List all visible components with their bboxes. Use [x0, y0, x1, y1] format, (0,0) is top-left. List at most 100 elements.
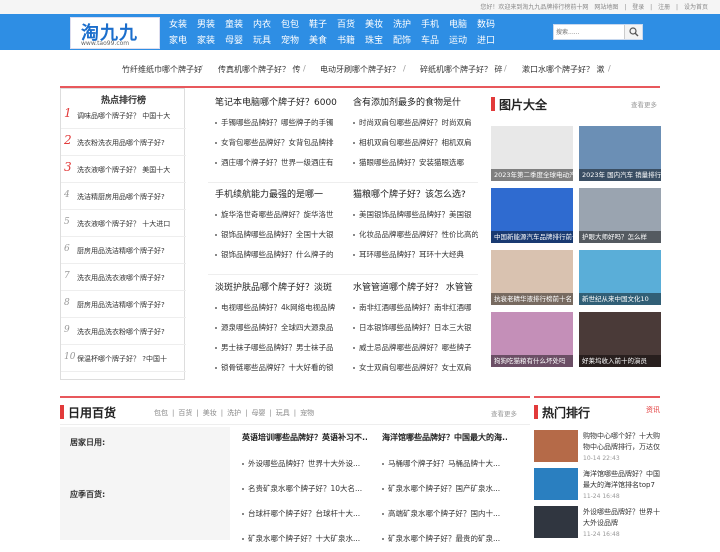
- daily-link[interactable]: 高端矿泉水哪个牌子好？国内十...: [382, 508, 507, 519]
- hotrank-more-link[interactable]: 资讯: [646, 405, 660, 415]
- daily-link[interactable]: 名贵矿泉水哪个牌子好？10大名...: [242, 483, 367, 494]
- article-link[interactable]: 时尚双肩包哪些品牌好？时尚双肩: [353, 117, 478, 128]
- nav-item[interactable]: 百货: [332, 17, 360, 33]
- article-link[interactable]: 相机双肩包哪些品牌好？相机双肩: [353, 137, 478, 148]
- rank-item[interactable]: 10 保温杯哪个牌子好？ ?中国十: [61, 346, 186, 372]
- nav-item[interactable]: 进口: [472, 33, 500, 49]
- set-home-link[interactable]: 设为首页: [684, 4, 708, 11]
- hot-link[interactable]: 传真机哪个牌子好？ 传: [218, 64, 301, 75]
- nav-item[interactable]: 洗护: [388, 17, 416, 33]
- hot-link[interactable]: 碎纸机哪个牌子好？ 碎: [420, 64, 503, 75]
- daily-more-link[interactable]: 查看更多: [491, 408, 517, 418]
- nav-item[interactable]: 书籍: [332, 33, 360, 49]
- nav-item[interactable]: 数码: [472, 17, 500, 33]
- login-link[interactable]: 登录: [632, 4, 644, 11]
- article-headline[interactable]: 猫粮哪个牌子好？该怎么选?: [353, 187, 478, 200]
- daily-link[interactable]: 矿泉水哪个牌子好？十大矿泉水...: [242, 533, 367, 544]
- daily-tag[interactable]: 母婴: [251, 409, 265, 417]
- nav-item[interactable]: 鞋子: [304, 17, 332, 33]
- picture-card[interactable]: 中国新能源汽车品牌排行前十: [491, 188, 573, 243]
- picture-card[interactable]: 抗衰老精华液排行榜前十名: [491, 250, 573, 305]
- nav-item[interactable]: 运动: [444, 33, 472, 49]
- article-link[interactable]: 猫眼哪些品牌好？安装猫眼选哪: [353, 157, 478, 168]
- article-link[interactable]: 化妆品品牌哪些品牌好？性价比高的: [353, 229, 478, 240]
- daily-tag[interactable]: 百货: [178, 409, 192, 417]
- nav-item[interactable]: 美妆: [360, 17, 388, 33]
- article-link[interactable]: 南非红酒哪些品牌好？南非红酒哪: [353, 302, 478, 313]
- rank-item[interactable]: 4 洗洁精厨房用品哪个牌子好?: [61, 184, 186, 210]
- daily-tag[interactable]: 洗护: [227, 409, 241, 417]
- nav-item[interactable]: 珠宝: [360, 33, 388, 49]
- nav-item[interactable]: 包包: [276, 17, 304, 33]
- picture-card[interactable]: 2023年 国内汽车 销量排行: [579, 126, 661, 181]
- article-link[interactable]: 美国银饰品牌哪些品牌好？美国银: [353, 209, 478, 220]
- picture-card[interactable]: 护眼大师好吗？怎么样: [579, 188, 661, 243]
- nav-item[interactable]: 美食: [304, 33, 332, 49]
- nav-item[interactable]: 男装: [192, 17, 220, 33]
- hot-link[interactable]: 漱口水哪个牌子好？ 漱: [522, 64, 605, 75]
- search-input[interactable]: [556, 26, 622, 38]
- hot-ranking-item[interactable]: 外设哪些品牌好？世界十大外设品牌 11-24 16:48: [534, 506, 660, 552]
- nav-item[interactable]: 车品: [416, 33, 444, 49]
- nav-item[interactable]: 玩具: [248, 33, 276, 49]
- article-link[interactable]: 电视哪些品牌好？4k网络电视品牌: [215, 302, 340, 313]
- daily-headline[interactable]: 海洋馆哪些品牌好？中国最大的海...: [382, 432, 507, 443]
- daily-link[interactable]: 马桶哪个牌子好？马桶品牌十大...: [382, 458, 507, 469]
- register-link[interactable]: 注册: [658, 4, 670, 11]
- nav-item[interactable]: 女装: [164, 17, 192, 33]
- article-headline[interactable]: 手机续航能力最强的是哪一: [215, 187, 340, 200]
- article-link[interactable]: 银饰品牌哪些品牌好？全国十大银: [215, 229, 340, 240]
- picture-card[interactable]: 2023年第二季度全球电动汽车...: [491, 126, 573, 181]
- nav-item[interactable]: 童装: [220, 17, 248, 33]
- rank-item[interactable]: 1 调味品哪个牌子好？ 中国十大: [61, 103, 186, 129]
- article-headline[interactable]: 水管管道哪个牌子好？ 水管管: [353, 280, 478, 293]
- daily-tag[interactable]: 美妆: [203, 409, 217, 417]
- hot-link[interactable]: 竹纤维纸巾哪个牌子好: [122, 64, 202, 75]
- nav-item[interactable]: 母婴: [220, 33, 248, 49]
- daily-tag[interactable]: 宠物: [300, 409, 314, 417]
- picture-card[interactable]: 狗狗吃猫粮有什么坏处吗: [491, 312, 573, 367]
- search-button[interactable]: [624, 25, 642, 39]
- picture-card[interactable]: 好莱坞收入前十的演员: [579, 312, 661, 367]
- article-headline[interactable]: 含有添加剂最多的食物是什: [353, 95, 478, 108]
- article-link[interactable]: 酒庄哪个牌子好？世界一级酒庄有: [215, 157, 340, 168]
- article-link[interactable]: 旋华洛世奇哪些品牌好？旋华洛世: [215, 209, 340, 220]
- nav-item[interactable]: 家装: [192, 33, 220, 49]
- article-link[interactable]: 女士双肩包哪些品牌好？女士双肩: [353, 362, 478, 373]
- nav-item[interactable]: 配饰: [388, 33, 416, 49]
- picture-card[interactable]: 新世纪从来中国文化10: [579, 250, 661, 305]
- rank-item[interactable]: 6 厨房用品洗洁精哪个牌子好?: [61, 238, 186, 264]
- article-link[interactable]: 耳环哪些品牌好？耳环十大经典: [353, 249, 478, 260]
- article-headline[interactable]: 笔记本电脑哪个牌子好？6000: [215, 95, 340, 108]
- daily-link[interactable]: 矿泉水哪个牌子好？最贵的矿泉...: [382, 533, 507, 544]
- nav-item[interactable]: 电脑: [444, 17, 472, 33]
- daily-tag[interactable]: 玩具: [276, 409, 290, 417]
- article-link[interactable]: 银饰品牌哪些品牌好？什么牌子的: [215, 249, 340, 260]
- article-headline[interactable]: 淡斑护肤品哪个牌子好？淡斑: [215, 280, 340, 293]
- hot-link[interactable]: 电动牙刷哪个牌子好？: [320, 64, 400, 75]
- rank-item[interactable]: 3 洗衣液哪个牌子好？ 美国十大: [61, 157, 186, 183]
- nav-item[interactable]: 内衣: [248, 17, 276, 33]
- rank-item[interactable]: 7 洗衣用品洗衣液哪个牌子好?: [61, 265, 186, 291]
- nav-item[interactable]: 家电: [164, 33, 192, 49]
- daily-link[interactable]: 矿泉水哪个牌子好？国产矿泉水...: [382, 483, 507, 494]
- site-logo[interactable]: 淘九九 www.tao99.com: [70, 17, 160, 49]
- daily-link[interactable]: 外设哪些品牌好？世界十大外设...: [242, 458, 367, 469]
- rank-item[interactable]: 2 洗衣粉洗衣用品哪个牌子好?: [61, 130, 186, 156]
- article-link[interactable]: 锁骨链哪些品牌好？十大好看的锁: [215, 362, 340, 373]
- nav-item[interactable]: 手机: [416, 17, 444, 33]
- daily-headline[interactable]: 英语培训哪些品牌好？英语补习不...: [242, 432, 367, 443]
- rank-item[interactable]: 8 厨房用品洗洁精哪个牌子好?: [61, 292, 186, 318]
- rank-item[interactable]: 5 洗衣液哪个牌子好？ 十大进口: [61, 211, 186, 237]
- article-link[interactable]: 手镯哪些品牌好？哪些牌子的手镯: [215, 117, 340, 128]
- nav-item[interactable]: 宠物: [276, 33, 304, 49]
- rank-item[interactable]: 9 洗衣用品洗衣粉哪个牌子好?: [61, 319, 186, 345]
- article-link[interactable]: 威士忌品牌哪些品牌好？哪些牌子: [353, 342, 478, 353]
- pics-more-link[interactable]: 查看更多: [631, 99, 657, 109]
- article-link[interactable]: 男士袜子哪些品牌好？男士袜子品: [215, 342, 340, 353]
- article-link[interactable]: 女背包哪些品牌好？女背包品牌排: [215, 137, 340, 148]
- daily-tag[interactable]: 包包: [154, 409, 168, 417]
- article-link[interactable]: 源泉哪些品牌好？全球四大源泉品: [215, 322, 340, 333]
- daily-link[interactable]: 台球杆哪个牌子好？台球杆十大...: [242, 508, 367, 519]
- site-map-link[interactable]: 网站地图: [594, 4, 618, 11]
